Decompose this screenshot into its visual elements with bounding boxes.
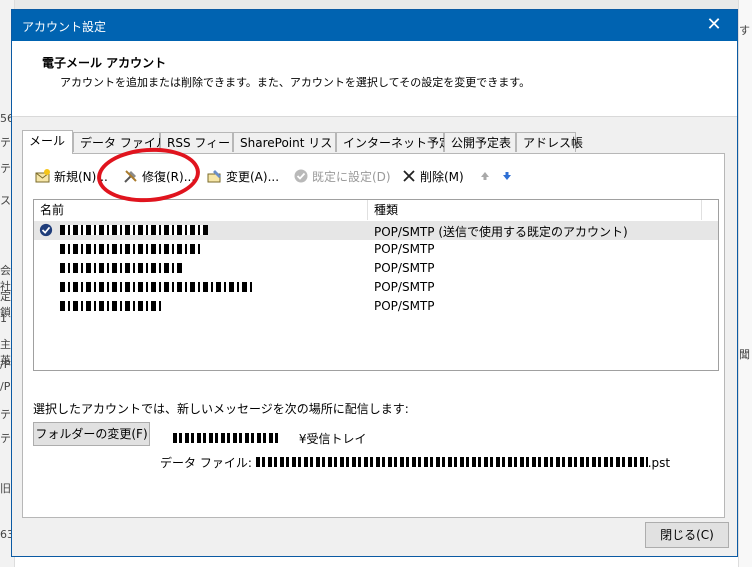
background-text: 1: [0, 312, 7, 325]
background-text: テ: [0, 162, 11, 175]
data-file-path-redacted: [255, 457, 648, 467]
account-name-redacted: [60, 225, 208, 235]
background-text: /P: [0, 380, 11, 393]
account-name-redacted: [60, 282, 253, 292]
data-file-extension: .pst: [647, 456, 671, 470]
data-file-label: データ ファイル:: [160, 456, 252, 470]
move-down-button[interactable]: [499, 166, 518, 188]
account-row[interactable]: POP/SMTP: [34, 259, 718, 278]
delete-button[interactable]: 削除(M): [401, 166, 464, 188]
repair-button[interactable]: 修復(R)...: [123, 166, 195, 188]
background-top-strip: [0, 0, 752, 9]
account-type: POP/SMTP: [374, 242, 435, 256]
new-account-label: 新規(N)...: [54, 170, 108, 184]
column-header-type[interactable]: 種類: [368, 200, 702, 220]
background-text: テ: [0, 408, 11, 421]
background-text: テ: [0, 432, 11, 445]
change-folder-button[interactable]: フォルダーの変更(F): [33, 422, 150, 446]
folder-account-redacted: [173, 433, 281, 443]
set-default-button[interactable]: 既定に設定(D): [293, 166, 391, 188]
title-bar[interactable]: アカウント設定 ✕: [12, 10, 737, 41]
tab-address-books[interactable]: アドレス帳: [516, 132, 583, 152]
account-type: POP/SMTP: [374, 299, 435, 313]
account-toolbar: 新規(N)... 修復(R)... 変更(A)... 既定に設定(D) 削除(M…: [35, 166, 715, 188]
set-default-label: 既定に設定(D): [312, 170, 391, 184]
tools-icon: [124, 170, 137, 183]
change-button[interactable]: 変更(A)...: [207, 166, 279, 188]
change-label: 変更(A)...: [226, 170, 280, 184]
account-list[interactable]: 名前 種類 POP/SMTP (送信で使用する既定のアカウント) POP/SMT…: [33, 199, 719, 371]
new-mail-icon: [35, 169, 50, 183]
account-row[interactable]: POP/SMTP (送信で使用する既定のアカウント): [34, 221, 718, 240]
tab-mail[interactable]: メール: [22, 130, 73, 154]
account-settings-dialog: アカウント設定 ✕ 電子メール アカウント アカウントを追加または削除できます。…: [11, 9, 738, 557]
delivery-folder: ¥受信トレイ: [173, 430, 366, 447]
default-account-check-icon: [39, 223, 53, 237]
background-text: テ: [0, 136, 11, 149]
account-name-redacted: [60, 263, 182, 273]
close-icon[interactable]: ✕: [691, 10, 737, 41]
account-type: POP/SMTP: [374, 261, 435, 275]
arrow-up-icon: [481, 172, 489, 180]
mail-tab-panel: 新規(N)... 修復(R)... 変更(A)... 既定に設定(D) 削除(M…: [22, 153, 725, 518]
tab-published-calendars[interactable]: 公開予定表: [444, 132, 516, 152]
background-right-pane: す 聞: [738, 0, 752, 567]
account-row[interactable]: POP/SMTP: [34, 297, 718, 316]
delete-x-icon: [403, 170, 415, 182]
delivery-location-label: 選択したアカウントでは、新しいメッセージを次の場所に配信します:: [33, 402, 409, 416]
close-button[interactable]: 閉じる(C): [645, 522, 729, 548]
move-up-button[interactable]: [477, 166, 496, 188]
account-name-redacted: [60, 301, 164, 311]
account-row[interactable]: POP/SMTP: [34, 278, 718, 297]
account-name-redacted: [60, 244, 200, 254]
header-description: アカウントを追加または削除できます。また、アカウントを選択してその設定を変更でき…: [60, 76, 531, 89]
background-text: 旧: [0, 482, 11, 495]
new-account-button[interactable]: 新規(N)...: [35, 166, 108, 188]
change-mail-icon: [207, 170, 221, 183]
background-text: 聞: [739, 348, 750, 361]
dialog-header: 電子メール アカウント アカウントを追加または削除できます。また、アカウントを選…: [12, 41, 737, 117]
repair-label: 修復(R)...: [142, 170, 196, 184]
delete-label: 削除(M): [420, 170, 464, 184]
account-type: POP/SMTP (送信で使用する既定のアカウント): [374, 225, 628, 239]
checkmark-circle-icon: [294, 169, 308, 183]
tab-sharepoint-lists[interactable]: SharePoint リスト: [233, 132, 344, 152]
account-type: POP/SMTP: [374, 280, 435, 294]
arrow-down-icon: [503, 172, 511, 180]
header-title: 電子メール アカウント: [42, 56, 167, 70]
column-header-name[interactable]: 名前: [34, 200, 368, 220]
data-file-path: データ ファイル: .pst: [160, 454, 670, 471]
background-text: /P: [0, 358, 11, 371]
inbox-folder-label: ¥受信トレイ: [298, 432, 367, 446]
tab-rss-feeds[interactable]: RSS フィード: [160, 132, 242, 152]
background-text: ス: [0, 194, 11, 207]
account-row[interactable]: POP/SMTP: [34, 240, 718, 259]
background-text: す: [739, 24, 750, 37]
tab-data-files[interactable]: データ ファイル: [73, 132, 168, 152]
tab-internet-calendars[interactable]: インターネット予定表: [336, 132, 463, 152]
window-title: アカウント設定: [22, 20, 107, 34]
